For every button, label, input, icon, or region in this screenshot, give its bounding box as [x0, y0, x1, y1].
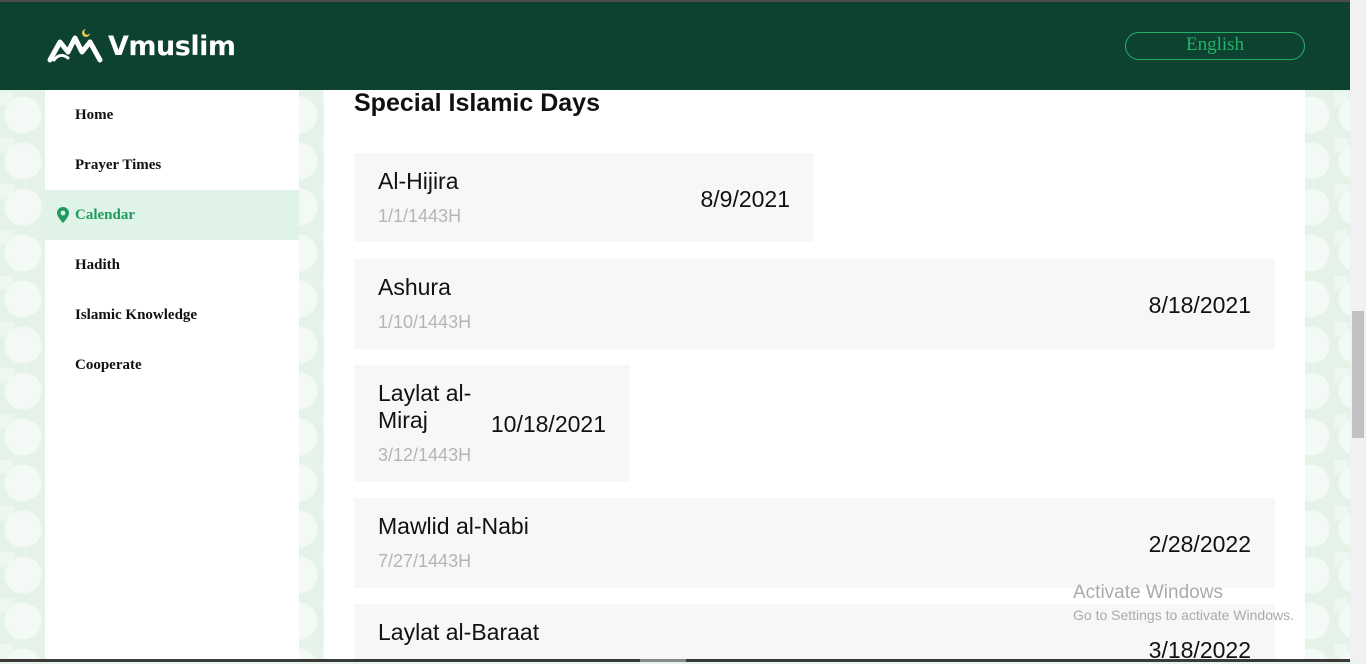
day-gregorian-date: 8/18/2021: [1148, 292, 1251, 318]
sidebar-item-label: Prayer Times: [75, 156, 162, 173]
day-name: Laylat al-Baraat: [378, 619, 540, 645]
day-name-line-1: Laylat al-: [378, 380, 472, 406]
language-button[interactable]: English: [1125, 32, 1305, 60]
sidebar-item-home[interactable]: Home: [45, 90, 299, 140]
top-header: Vmuslim English: [0, 0, 1350, 90]
activate-windows-watermark: Activate Windows Go to Settings to activ…: [1073, 582, 1294, 623]
day-hijri-date: 1/10/1443H: [378, 312, 472, 332]
day-gregorian-date: 10/18/2021: [490, 411, 606, 437]
sidebar-item-calendar[interactable]: Calendar: [45, 190, 299, 240]
scrollbar-thumb[interactable]: [1352, 311, 1364, 438]
sidebar-item-hadith[interactable]: Hadith: [45, 240, 299, 290]
sidebar-item-prayer-times[interactable]: Prayer Times: [45, 140, 299, 190]
watermark-title: Activate Windows: [1073, 582, 1223, 603]
sidebar-item-islamic-knowledge[interactable]: Islamic Knowledge: [45, 290, 299, 340]
sidebar-item-label: Home: [75, 106, 114, 123]
sidebar-item-label: Calendar: [75, 206, 135, 223]
watermark-subtitle: Go to Settings to activate Windows.: [1073, 607, 1294, 623]
page-title: Special Islamic Days: [354, 89, 600, 117]
sidebar-nav: Home Prayer Times Calendar Hadith Islami…: [45, 90, 299, 662]
day-gregorian-date: 8/9/2021: [700, 186, 790, 212]
mosque-logo-icon: [47, 29, 103, 63]
day-gregorian-date: 2/28/2022: [1148, 531, 1251, 557]
brand-name: Vmuslim: [108, 30, 236, 62]
sidebar-item-label: Cooperate: [75, 356, 142, 373]
day-name: Al-Hijira: [378, 168, 459, 194]
day-name: Ashura: [378, 274, 451, 300]
day-card-al-hijira[interactable]: Al-Hijira 1/1/1443H 8/9/2021: [354, 153, 814, 242]
brand-logo[interactable]: Vmuslim: [46, 24, 236, 68]
location-pin-icon: [57, 207, 69, 223]
day-card-ashura[interactable]: Ashura 1/10/1443H 8/18/2021: [354, 259, 1275, 349]
day-hijri-date: 1/1/1443H: [378, 206, 462, 226]
day-name: Mawlid al-Nabi: [378, 513, 529, 539]
main-content: Special Islamic Days Al-Hijira 1/1/1443H…: [324, 89, 1305, 663]
day-name-line-2: Miraj: [378, 407, 428, 433]
day-hijri-date: 7/27/1443H: [378, 551, 472, 571]
sidebar-item-label: Islamic Knowledge: [75, 306, 198, 323]
day-hijri-date: 3/12/1443H: [378, 445, 472, 465]
day-card-laylat-al-miraj[interactable]: Laylat al- Miraj 3/12/1443H 10/18/2021: [354, 365, 630, 482]
sidebar-item-label: Hadith: [75, 256, 121, 273]
sidebar-item-cooperate[interactable]: Cooperate: [45, 340, 299, 390]
day-card-mawlid-al-nabi[interactable]: Mawlid al-Nabi 7/27/1443H 2/28/2022: [354, 498, 1275, 588]
